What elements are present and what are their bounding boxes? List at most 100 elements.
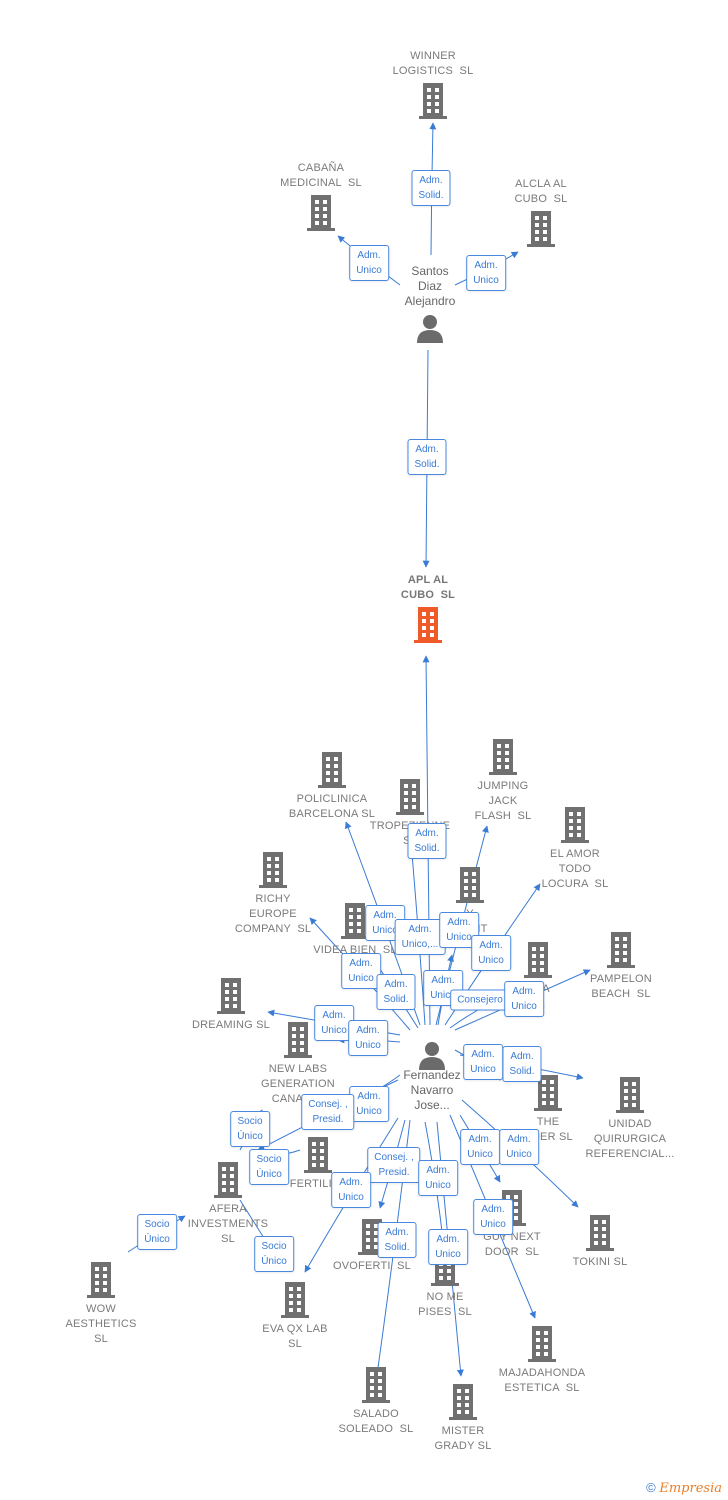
node-fernandez[interactable]: Fernandez Navarro Jose... xyxy=(403,1040,461,1112)
role-label-fernandez-evaqx[interactable]: Adm. Unico xyxy=(331,1172,371,1208)
role-label-fernandez-theoder[interactable]: Adm. Unico xyxy=(463,1044,503,1080)
role-label-fernandez-majadahonda[interactable]: Adm. Unico xyxy=(473,1199,513,1235)
role-label-fernandez-salado[interactable]: Adm. Solid. xyxy=(377,1222,417,1258)
node-label: RICHY EUROPE COMPANY SL xyxy=(234,893,312,935)
role-label-fernandez-newlabs[interactable]: Adm. Unico xyxy=(348,1020,388,1056)
building-icon xyxy=(585,1215,615,1251)
node-label: WINNER LOGISTICS SL xyxy=(392,50,474,77)
node-label: JUMPING JACK FLASH SL xyxy=(474,780,532,822)
node-tokini[interactable]: TOKINI SL xyxy=(573,1215,627,1268)
role-label-fernandez-apl[interactable]: Adm. Solid. xyxy=(407,823,447,859)
role-label-wow-afera[interactable]: Socio Único xyxy=(137,1214,177,1250)
building-icon xyxy=(488,739,518,775)
role-label-fernandez-elamor[interactable]: Adm. Unico xyxy=(471,935,511,971)
building-icon xyxy=(527,1326,557,1362)
building-icon xyxy=(283,1022,313,1058)
role-label-fertility-afera[interactable]: Socio Único xyxy=(249,1149,289,1185)
node-label: EL AMOR TODO LOCURA SL xyxy=(541,848,609,890)
node-label: MAJADAHONDA ESTETICA SL xyxy=(498,1367,586,1394)
building-icon xyxy=(216,978,246,1014)
building-icon xyxy=(523,942,553,978)
node-apl[interactable]: APL AL CUBO SL xyxy=(401,574,455,643)
node-cabana[interactable]: CABAÑA MEDICINAL SL xyxy=(280,162,362,231)
role-label-fernandez-mister[interactable]: Adm. Unico xyxy=(428,1229,468,1265)
node-unidad[interactable]: UNIDAD QUIRURGICA REFERENCIAL... xyxy=(586,1077,674,1160)
node-jumping[interactable]: JUMPING JACK FLASH SL xyxy=(475,739,531,822)
node-label: WOW AESTHETICS SL xyxy=(65,1303,137,1345)
building-icon xyxy=(213,1162,243,1198)
role-label-fernandez-mya[interactable]: Consejero xyxy=(450,989,510,1011)
node-label: SALADO SOLEADO SL xyxy=(338,1408,414,1435)
building-icon xyxy=(395,779,425,815)
empresia-logo[interactable]: Empresia xyxy=(659,1481,722,1496)
node-label: POLICLINICA BARCELONA SL xyxy=(288,793,376,820)
role-label-afera-evaqx[interactable]: Socio Único xyxy=(254,1236,294,1272)
node-label: CABAÑA MEDICINAL SL xyxy=(280,162,362,189)
node-label: DREAMING SL xyxy=(192,1019,270,1031)
node-newlabs[interactable]: NEW LABS GENERATION CANARI... xyxy=(261,1022,335,1105)
node-tropezienne[interactable]: TROPEZIENNE SL xyxy=(370,779,450,847)
node-label: Santos Diaz Alejandro xyxy=(404,264,456,308)
node-label: Fernandez Navarro Jose... xyxy=(403,1068,461,1112)
building-icon xyxy=(303,1137,333,1173)
node-salado[interactable]: SALADO SOLEADO SL xyxy=(339,1367,413,1435)
node-fertility[interactable]: FERTILITY xyxy=(290,1137,346,1190)
node-dreaming[interactable]: DREAMING SL xyxy=(192,978,270,1031)
node-evaqx[interactable]: EVA QX LAB SL xyxy=(262,1282,327,1350)
role-label-fernandez-tropezienne[interactable]: Adm. Unico,... xyxy=(394,919,446,955)
person-icon xyxy=(415,313,445,343)
role-label-fernandez-afera[interactable]: Consej. , Presid. xyxy=(301,1094,355,1130)
node-label: ALCLA AL CUBO SL xyxy=(514,178,568,205)
node-label: PAMPELON BEACH SL xyxy=(590,973,652,1000)
role-label-santos-apl[interactable]: Adm. Solid. xyxy=(407,439,447,475)
building-icon xyxy=(258,852,288,888)
network-diagram: © Empresia WINNER LOGISTICS SL CABAÑA MED… xyxy=(0,0,728,1500)
role-label-santos-winner[interactable]: Adm. Solid. xyxy=(411,170,451,206)
role-label-fernandez-richy[interactable]: Adm. Unico xyxy=(341,953,381,989)
footer-brand: © Empresia xyxy=(646,1480,722,1496)
building-icon xyxy=(615,1077,645,1113)
node-mister[interactable]: MISTER GRADY SL xyxy=(434,1384,491,1452)
node-label: UNIDAD QUIRURGICA REFERENCIAL... xyxy=(585,1118,675,1160)
node-wow[interactable]: WOW AESTHETICS SL xyxy=(65,1262,136,1345)
node-santos[interactable]: Santos Diaz Alejandro xyxy=(405,264,455,343)
role-label-santos-cabana[interactable]: Adm. Unico xyxy=(349,245,389,281)
building-icon xyxy=(361,1367,391,1403)
building-icon xyxy=(317,752,347,788)
node-label: TOKINI SL xyxy=(572,1256,628,1268)
building-icon xyxy=(280,1282,310,1318)
copyright-symbol: © xyxy=(646,1480,656,1495)
role-label-santos-alcla[interactable]: Adm. Unico xyxy=(466,255,506,291)
building-icon xyxy=(526,211,556,247)
node-alcla[interactable]: ALCLA AL CUBO SL xyxy=(515,178,567,247)
building-icon xyxy=(306,195,336,231)
node-majadahonda[interactable]: MAJADAHONDA ESTETICA SL xyxy=(499,1326,585,1394)
node-afera[interactable]: AFERA INVESTMENTS SL xyxy=(188,1162,268,1245)
role-label-fernandez-nomepises[interactable]: Adm. Unico xyxy=(418,1160,458,1196)
building-icon xyxy=(418,83,448,119)
role-label-fernandez-videa[interactable]: Adm. Solid. xyxy=(376,974,416,1010)
node-iment[interactable]: Y IMENT S xyxy=(452,867,487,950)
building-icon xyxy=(86,1262,116,1298)
node-label: APL AL CUBO SL xyxy=(400,574,456,601)
person-icon xyxy=(417,1040,447,1070)
role-label-fernandez-unidad[interactable]: Adm. Solid. xyxy=(502,1046,542,1082)
role-label-afera-newlabs[interactable]: Socio Único xyxy=(230,1111,270,1147)
node-winner[interactable]: WINNER LOGISTICS SL xyxy=(393,50,473,119)
role-label-fernandez-tokini[interactable]: Adm. Unico xyxy=(499,1129,539,1165)
role-label-fernandez-ovoferti[interactable]: Consej. , Presid. xyxy=(367,1147,421,1183)
node-label: MISTER GRADY SL xyxy=(434,1425,492,1452)
node-policlinica[interactable]: POLICLINICA BARCELONA SL xyxy=(289,752,375,820)
node-mya[interactable]: MYA SL xyxy=(523,942,553,1010)
building-icon xyxy=(560,807,590,843)
node-richy[interactable]: RICHY EUROPE COMPANY SL xyxy=(235,852,311,935)
building-icon xyxy=(413,607,443,643)
node-label: NO ME PISES SL xyxy=(418,1291,472,1318)
role-label-fernandez-fertility[interactable]: Adm. Unico xyxy=(349,1086,389,1122)
node-elamor[interactable]: EL AMOR TODO LOCURA SL xyxy=(542,807,608,890)
role-label-fernandez-pampelon[interactable]: Adm. Unico xyxy=(504,981,544,1017)
node-label: OVOFERTI SL xyxy=(333,1260,411,1272)
node-pampelon[interactable]: PAMPELON BEACH SL xyxy=(590,932,652,1000)
building-icon xyxy=(448,1384,478,1420)
role-label-fernandez-guy[interactable]: Adm. Unico xyxy=(460,1129,500,1165)
